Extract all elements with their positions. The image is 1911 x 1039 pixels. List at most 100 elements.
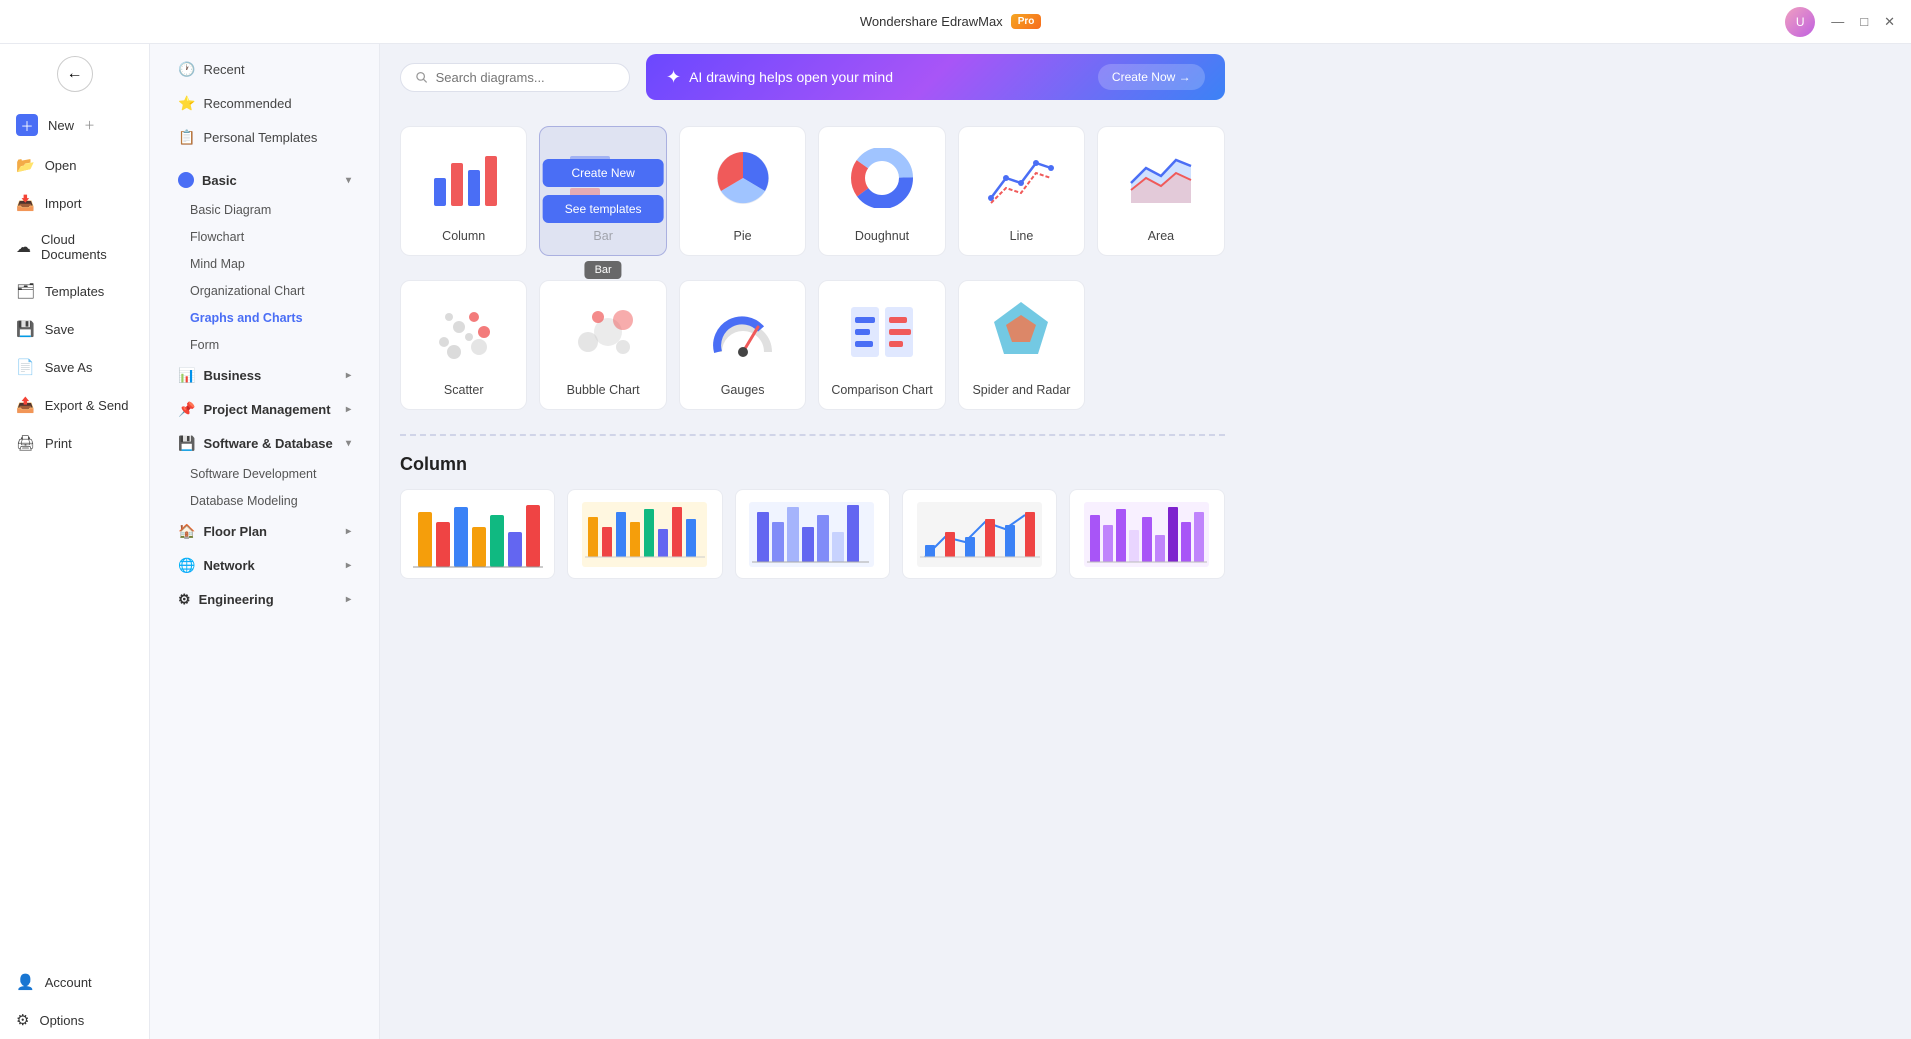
sidebar-account[interactable]: 👤 Account (0, 963, 149, 1001)
chart-card-area[interactable]: Area (1097, 126, 1224, 256)
sidebar-recent[interactable]: 🕐 Recent (158, 53, 371, 86)
bar-tooltip: Bar (585, 261, 622, 279)
sidebar-category-basic[interactable]: Basic ▾ (158, 164, 371, 196)
sidebar-category-software-db[interactable]: 💾 Software & Database ▾ (158, 427, 371, 460)
search-icon (415, 70, 428, 84)
spider-preview (981, 297, 1061, 367)
recommended-icon: ⭐ (178, 95, 195, 112)
chart-card-pie[interactable]: Pie (679, 126, 806, 256)
sidebar-print[interactable]: 🖨 Print (0, 424, 149, 462)
back-button[interactable]: ← (0, 44, 149, 104)
template-grid (400, 489, 1225, 579)
section-divider (400, 434, 1225, 436)
sidebar-templates[interactable]: 🗂 Templates (0, 272, 149, 310)
project-icon: 📌 (178, 401, 195, 418)
new-label: New (48, 118, 74, 133)
sidebar-category-engineering[interactable]: ⚙ Engineering ▸ (158, 583, 371, 616)
chart-card-line[interactable]: Line (958, 126, 1085, 256)
ai-banner: ✦ AI drawing helps open your mind Create… (646, 54, 1225, 100)
template-card-2[interactable] (567, 489, 722, 579)
cloud-icon: ☁ (16, 238, 31, 256)
pro-badge: Pro (1011, 14, 1042, 29)
sidebar-category-project[interactable]: 📌 Project Management ▸ (158, 393, 371, 426)
ai-banner-text: AI drawing helps open your mind (689, 69, 893, 85)
search-input[interactable] (436, 70, 615, 85)
search-box[interactable] (400, 63, 630, 92)
sidebar-saveas[interactable]: 📄 Save As (0, 348, 149, 386)
maximize-icon[interactable]: □ (1860, 14, 1868, 29)
floor-plan-chevron-icon: ▸ (346, 526, 351, 537)
sidebar-subitem-form[interactable]: Form (158, 332, 371, 358)
chart-card-comparison[interactable]: Comparison Chart (818, 280, 945, 410)
gauges-preview (703, 297, 783, 367)
template-card-1[interactable] (400, 489, 555, 579)
pie-label: Pie (734, 229, 752, 243)
sidebar-save[interactable]: 💾 Save (0, 310, 149, 348)
sidebar-options[interactable]: ⚙ Options (0, 1001, 149, 1039)
business-chevron-icon: ▸ (346, 370, 351, 381)
app-title: Wondershare EdrawMax (860, 14, 1003, 29)
personal-icon: 📋 (178, 129, 195, 146)
options-icon: ⚙ (16, 1011, 29, 1029)
chart-card-bar[interactable]: Bar Create New See templates Bar (539, 126, 666, 256)
sidebar-category-network[interactable]: 🌐 Network ▸ (158, 549, 371, 582)
cloud-label: Cloud Documents (41, 232, 133, 262)
sidebar-new[interactable]: ＋ New ＋ (0, 104, 149, 146)
engineering-icon: ⚙ (178, 591, 191, 608)
spider-label: Spider and Radar (972, 383, 1070, 397)
chart-card-doughnut[interactable]: Doughnut (818, 126, 945, 256)
sidebar-export[interactable]: 📤 Export & Send (0, 386, 149, 424)
window-controls: U — □ ✕ (1785, 7, 1895, 37)
chart-card-bubble[interactable]: Bubble Chart (539, 280, 666, 410)
see-templates-button[interactable]: See templates (543, 195, 664, 223)
chart-card-spider[interactable]: Spider and Radar (958, 280, 1085, 410)
sidebar-category-business[interactable]: 📊 Business ▸ (158, 359, 371, 392)
template-card-3[interactable] (735, 489, 890, 579)
sidebar-subitem-basic-diagram[interactable]: Basic Diagram (158, 197, 371, 223)
column-section-title: Column (400, 454, 1225, 475)
software-db-chevron-icon: ▾ (346, 438, 351, 449)
sidebar-subitem-flowchart[interactable]: Flowchart (158, 224, 371, 250)
chart-card-scatter[interactable]: Scatter (400, 280, 527, 410)
pie-preview (703, 143, 783, 213)
template-card-5[interactable] (1069, 489, 1224, 579)
sidebar-import[interactable]: 📥 Import (0, 184, 149, 222)
create-now-button[interactable]: Create Now → (1098, 64, 1205, 90)
engineering-chevron-icon: ▸ (346, 594, 351, 605)
line-preview (981, 143, 1061, 213)
create-new-button[interactable]: Create New (543, 159, 664, 187)
charts-area: Column Bar Create New See templates (380, 110, 1245, 1039)
account-label: Account (45, 975, 92, 990)
saveas-label: Save As (45, 360, 93, 375)
sidebar-subitem-org-chart[interactable]: Organizational Chart (158, 278, 371, 304)
sidebar-subitem-mindmap[interactable]: Mind Map (158, 251, 371, 277)
bar-hover-overlay: Create New See templates (543, 159, 664, 223)
column-section: Column (400, 454, 1225, 579)
bubble-label: Bubble Chart (567, 383, 640, 397)
chart-card-column[interactable]: Column (400, 126, 527, 256)
avatar: U (1785, 7, 1815, 37)
line-label: Line (1010, 229, 1034, 243)
column-label: Column (442, 229, 485, 243)
area-label: Area (1148, 229, 1174, 243)
chart-grid-row1: Column Bar Create New See templates (400, 126, 1225, 256)
sidebar-recommended[interactable]: ⭐ Recommended (158, 87, 371, 120)
sidebar-open[interactable]: 📂 Open (0, 146, 149, 184)
template-card-4[interactable] (902, 489, 1057, 579)
gauges-label: Gauges (721, 383, 765, 397)
close-icon[interactable]: ✕ (1884, 14, 1895, 30)
basic-chevron-icon: ▾ (346, 175, 351, 186)
sidebar-wide: 🕐 Recent ⭐ Recommended 📋 Personal Templa… (150, 44, 380, 1039)
sidebar-category-floor-plan[interactable]: 🏠 Floor Plan ▸ (158, 515, 371, 548)
chart-card-gauges[interactable]: Gauges (679, 280, 806, 410)
minimize-icon[interactable]: — (1831, 14, 1844, 29)
new-icon: ＋ (16, 114, 38, 136)
basic-icon (178, 172, 194, 188)
sidebar-personal-templates[interactable]: 📋 Personal Templates (158, 121, 371, 154)
sidebar-subitem-graphs-charts[interactable]: Graphs and Charts (158, 305, 371, 331)
sidebar-subitem-db-modeling[interactable]: Database Modeling (158, 488, 371, 514)
save-label: Save (45, 322, 75, 337)
sidebar-cloud[interactable]: ☁ Cloud Documents (0, 222, 149, 272)
sidebar-subitem-sw-dev[interactable]: Software Development (158, 461, 371, 487)
templates-icon: 🗂 (16, 282, 35, 300)
